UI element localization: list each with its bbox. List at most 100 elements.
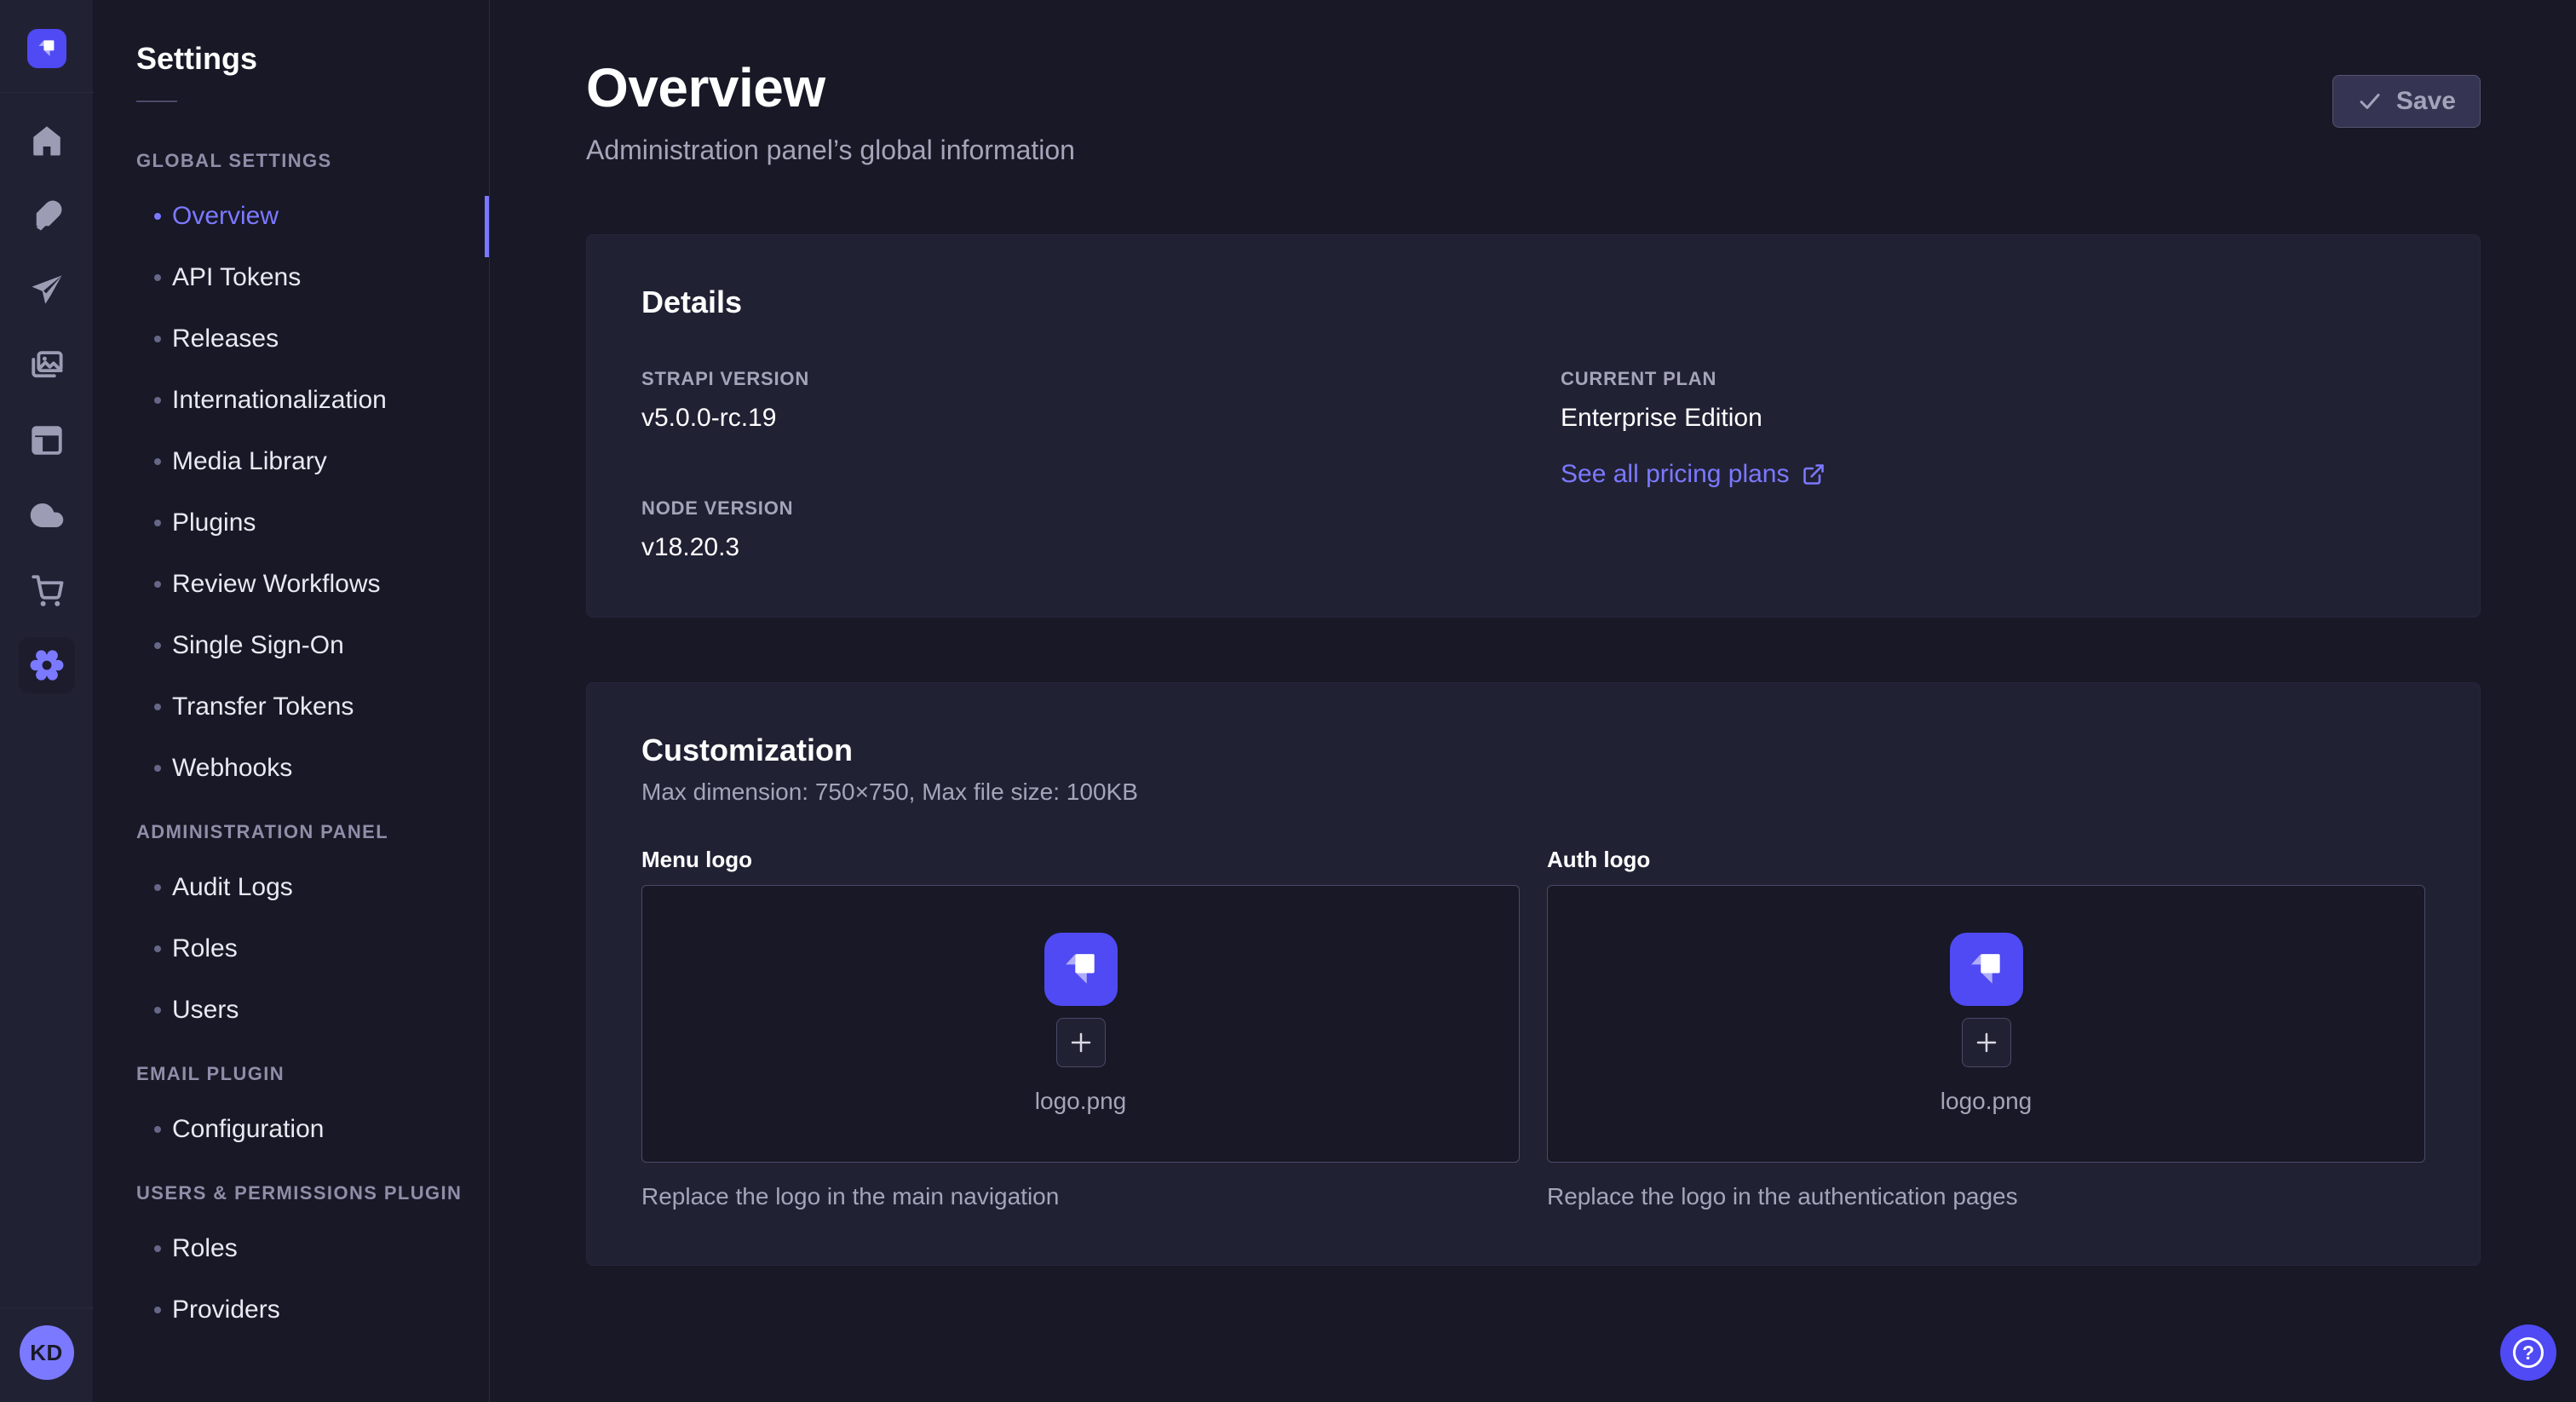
pictures-icon	[29, 348, 65, 383]
save-button[interactable]: Save	[2332, 75, 2481, 128]
details-card-title: Details	[641, 284, 2425, 320]
subnav-item-email-configuration[interactable]: Configuration	[94, 1099, 489, 1160]
customization-card: Customization Max dimension: 750×750, Ma…	[586, 682, 2481, 1266]
deploy-nav-button[interactable]	[0, 253, 94, 328]
bullet-icon	[154, 520, 161, 526]
menu-logo-add-button[interactable]	[1056, 1018, 1106, 1067]
main-nav-rail: KD	[0, 0, 94, 1402]
subnav-item-up-roles[interactable]: Roles	[94, 1218, 489, 1279]
marketplace-nav-button[interactable]	[0, 553, 94, 628]
bullet-icon	[154, 1245, 161, 1252]
external-link-icon	[1802, 463, 1826, 486]
gear-icon	[29, 647, 65, 683]
node-version-value: v18.20.3	[641, 533, 1506, 562]
strapi-mark-icon	[34, 36, 60, 61]
node-version-field: NODE VERSION v18.20.3	[641, 497, 1506, 562]
pricing-plans-link[interactable]: See all pricing plans	[1561, 460, 1826, 489]
customization-subtitle: Max dimension: 750×750, Max file size: 1…	[641, 779, 2425, 806]
help-button[interactable]: ?	[2500, 1324, 2556, 1381]
details-right-column: CURRENT PLAN Enterprise Edition See all …	[1561, 368, 2425, 562]
cloud-nav-button[interactable]	[0, 478, 94, 553]
current-plan-label: CURRENT PLAN	[1561, 368, 2425, 390]
bullet-icon	[154, 945, 161, 952]
bullet-icon	[154, 642, 161, 649]
subnav-item-review-workflows[interactable]: Review Workflows	[94, 554, 489, 615]
home-icon	[29, 123, 65, 158]
subnav-item-internationalization[interactable]: Internationalization	[94, 370, 489, 431]
subnav-section-global-settings: GLOBAL SETTINGS	[94, 128, 489, 186]
rail-divider	[0, 92, 94, 93]
page-title-block: Overview Administration panel’s global i…	[586, 56, 1075, 166]
logo-uploads-row: Menu logo logo.png	[641, 847, 2425, 1210]
cloud-icon	[29, 497, 65, 533]
strapi-version-field: STRAPI VERSION v5.0.0-rc.19	[641, 368, 1506, 433]
bullet-icon	[154, 274, 161, 281]
subnav-item-overview[interactable]: Overview	[94, 186, 489, 247]
strapi-logo[interactable]	[27, 29, 66, 68]
auth-logo-preview	[1950, 933, 2023, 1006]
strapi-mark-icon	[1057, 945, 1105, 993]
bullet-icon	[154, 884, 161, 891]
check-icon	[2357, 89, 2383, 114]
rail-nav-list	[0, 103, 93, 703]
plus-icon	[1068, 1030, 1094, 1055]
content-builder-nav-button[interactable]	[0, 178, 94, 253]
settings-nav-button[interactable]	[0, 628, 94, 703]
strapi-version-label: STRAPI VERSION	[641, 368, 1506, 390]
media-library-nav-button[interactable]	[0, 328, 94, 403]
bullet-icon	[154, 458, 161, 465]
details-left-column: STRAPI VERSION v5.0.0-rc.19 NODE VERSION…	[641, 368, 1506, 562]
node-version-label: NODE VERSION	[641, 497, 1506, 520]
subnav-list: GLOBAL SETTINGS Overview API Tokens Rele…	[94, 128, 489, 1341]
auth-logo-label: Auth logo	[1547, 847, 2425, 873]
home-nav-button[interactable]	[0, 103, 94, 178]
bullet-icon	[154, 336, 161, 342]
auth-logo-dropzone[interactable]: logo.png	[1547, 885, 2425, 1163]
auth-logo-add-button[interactable]	[1962, 1018, 2011, 1067]
subnav-item-plugins[interactable]: Plugins	[94, 492, 489, 554]
subnav-section-users-permissions-plugin: USERS & PERMISSIONS PLUGIN	[94, 1160, 489, 1218]
subnav-item-media-library[interactable]: Media Library	[94, 431, 489, 492]
bullet-icon	[154, 397, 161, 404]
subnav-item-releases[interactable]: Releases	[94, 308, 489, 370]
bullet-icon	[154, 213, 161, 220]
bullet-icon	[154, 581, 161, 588]
auth-logo-field: Auth logo logo.png	[1547, 847, 2425, 1210]
settings-active-tile	[19, 637, 75, 693]
subnav-item-single-sign-on[interactable]: Single Sign-On	[94, 615, 489, 676]
menu-logo-dropzone[interactable]: logo.png	[641, 885, 1520, 1163]
bullet-icon	[154, 1126, 161, 1133]
subnav-item-audit-logs[interactable]: Audit Logs	[94, 857, 489, 918]
auth-logo-filename: logo.png	[1941, 1088, 2032, 1115]
shopping-cart-icon	[29, 572, 65, 608]
subnav-item-api-tokens[interactable]: API Tokens	[94, 247, 489, 308]
subnav-section-email-plugin: EMAIL PLUGIN	[94, 1041, 489, 1099]
subnav-section-administration-panel: ADMINISTRATION PANEL	[94, 799, 489, 857]
paper-plane-icon	[29, 273, 65, 308]
subnav-item-webhooks[interactable]: Webhooks	[94, 738, 489, 799]
user-avatar[interactable]: KD	[20, 1325, 74, 1380]
details-card: Details STRAPI VERSION v5.0.0-rc.19 NODE…	[586, 234, 2481, 618]
strapi-mark-icon	[1963, 945, 2010, 993]
subnav-item-admin-roles[interactable]: Roles	[94, 918, 489, 980]
content-manager-nav-button[interactable]	[0, 403, 94, 478]
auth-logo-hint: Replace the logo in the authentication p…	[1547, 1183, 2425, 1210]
subnav-title-divider	[136, 101, 177, 102]
bullet-icon	[154, 1007, 161, 1014]
subnav-item-admin-users[interactable]: Users	[94, 980, 489, 1041]
plus-icon	[1974, 1030, 1999, 1055]
feather-icon	[29, 198, 65, 233]
menu-logo-label: Menu logo	[641, 847, 1520, 873]
bullet-icon	[154, 704, 161, 710]
current-plan-field: CURRENT PLAN Enterprise Edition	[1561, 368, 2425, 433]
menu-logo-filename: logo.png	[1035, 1088, 1126, 1115]
subnav-item-up-providers[interactable]: Providers	[94, 1279, 489, 1341]
page-subtitle: Administration panel’s global informatio…	[586, 135, 1075, 166]
main-content: Overview Administration panel’s global i…	[491, 0, 2576, 1402]
strapi-version-value: v5.0.0-rc.19	[641, 404, 1506, 433]
layout-icon	[29, 422, 65, 458]
menu-logo-preview	[1044, 933, 1118, 1006]
rail-bottom-divider	[0, 1307, 94, 1308]
page-title: Overview	[586, 56, 1075, 119]
subnav-item-transfer-tokens[interactable]: Transfer Tokens	[94, 676, 489, 738]
